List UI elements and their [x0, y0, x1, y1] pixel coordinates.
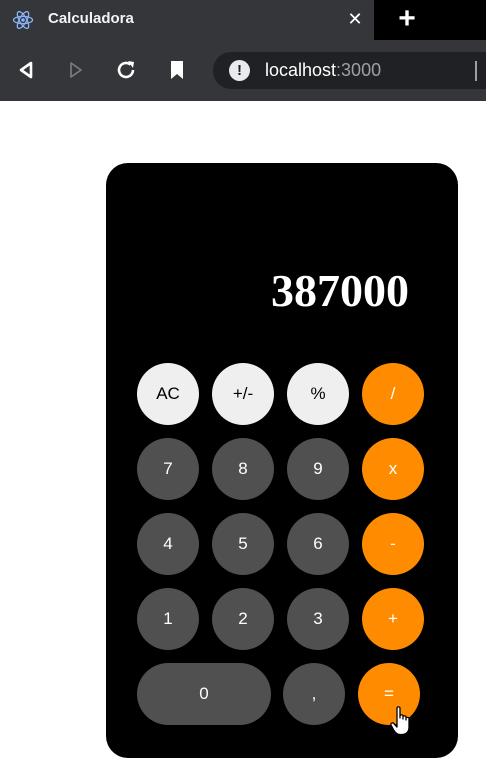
browser-tab[interactable]: Calculadora ✕ [0, 0, 374, 40]
multiply-button[interactable]: x [362, 438, 424, 500]
digit-9-button[interactable]: 9 [287, 438, 349, 500]
digit-3-button[interactable]: 3 [287, 588, 349, 650]
url-text: localhost:3000 [265, 60, 382, 80]
minus-button[interactable]: - [362, 513, 424, 575]
new-tab-button[interactable]: + [392, 4, 422, 35]
digit-8-button[interactable]: 8 [212, 438, 274, 500]
digit-4-button[interactable]: 4 [137, 513, 199, 575]
forward-icon[interactable] [64, 58, 88, 82]
percent-button[interactable]: % [287, 363, 349, 425]
plus-button[interactable]: + [362, 588, 424, 650]
omnibox-divider [475, 61, 477, 81]
digit-2-button[interactable]: 2 [212, 588, 274, 650]
info-icon[interactable]: ! [229, 60, 250, 81]
address-bar[interactable]: ! localhost:3000 [213, 52, 486, 89]
calculator-display: 387000 [271, 265, 409, 316]
digit-1-button[interactable]: 1 [137, 588, 199, 650]
divide-button[interactable]: / [362, 363, 424, 425]
digit-5-button[interactable]: 5 [212, 513, 274, 575]
close-tab-icon[interactable]: ✕ [344, 8, 366, 30]
ac-button[interactable]: AC [137, 363, 199, 425]
digit-0-button[interactable]: 0 [137, 663, 271, 725]
hand-cursor-icon [390, 706, 410, 736]
digit-6-button[interactable]: 6 [287, 513, 349, 575]
sign-button[interactable]: +/- [212, 363, 274, 425]
digit-7-button[interactable]: 7 [137, 438, 199, 500]
reload-icon[interactable] [114, 58, 138, 82]
calculator: 387000 AC +/- % / 7 8 9 x 4 5 6 - 1 2 3 … [106, 163, 458, 758]
tab-title: Calculadora [48, 10, 134, 27]
comma-button[interactable]: , [283, 663, 345, 725]
react-atom-icon [12, 9, 34, 31]
page-content: 387000 AC +/- % / 7 8 9 x 4 5 6 - 1 2 3 … [0, 101, 486, 760]
browser-toolbar: ! localhost:3000 [0, 40, 486, 101]
tab-strip: Calculadora ✕ + [0, 0, 486, 40]
bookmark-icon[interactable] [165, 58, 189, 82]
back-icon[interactable] [14, 58, 38, 82]
